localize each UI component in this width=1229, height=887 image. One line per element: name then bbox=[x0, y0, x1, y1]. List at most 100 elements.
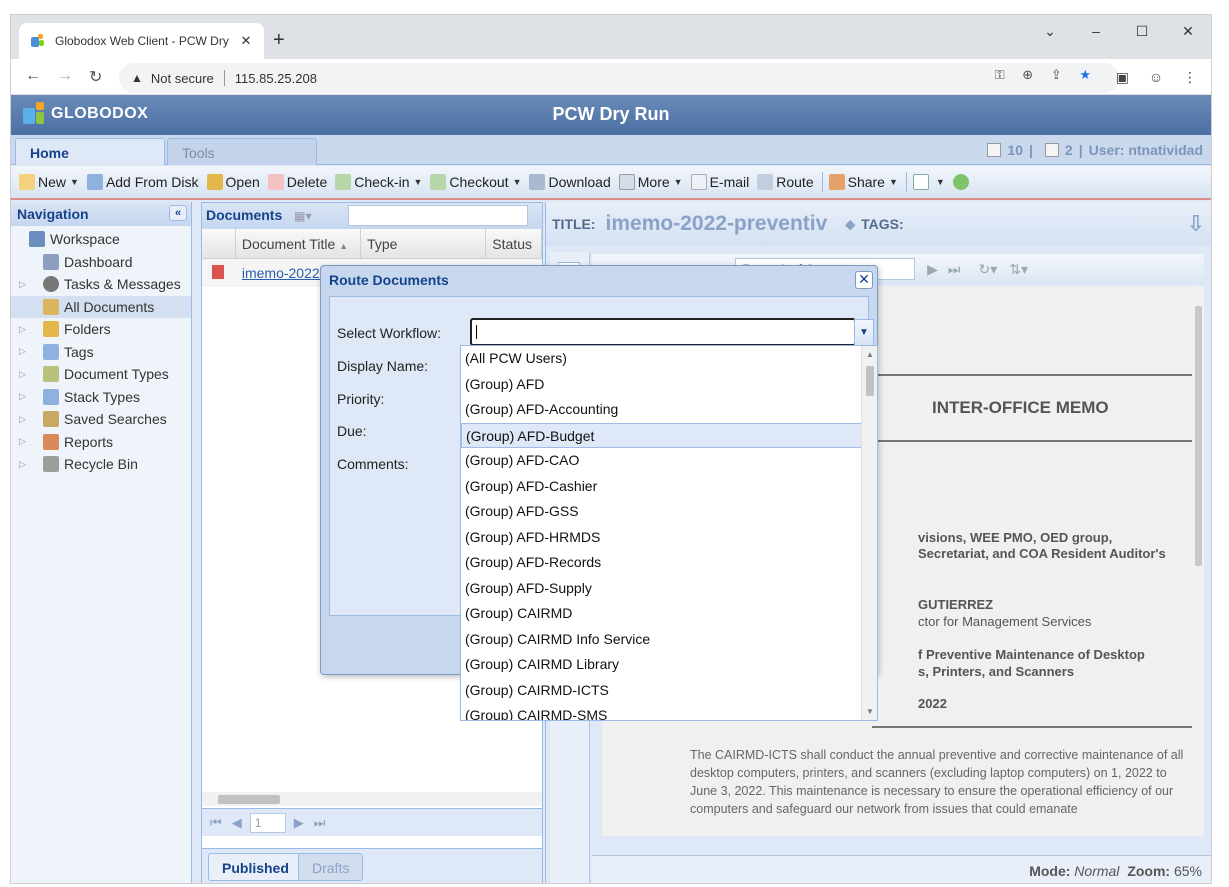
expand-arrow-icon[interactable]: ▷ bbox=[19, 391, 43, 402]
expand-arrow-icon[interactable]: ▷ bbox=[19, 279, 43, 290]
next-page-icon[interactable]: ▶ bbox=[294, 815, 304, 831]
expand-arrow-icon[interactable]: ▷ bbox=[19, 436, 43, 447]
documents-search-input[interactable] bbox=[348, 205, 528, 226]
next-page-icon[interactable]: ▶ bbox=[927, 261, 938, 278]
workflow-option[interactable]: (Group) AFD-Cashier bbox=[461, 474, 877, 500]
last-page-icon[interactable]: ⏭ bbox=[314, 815, 326, 831]
nav-item-document-types[interactable]: ▷ Document Types bbox=[11, 363, 191, 386]
workflow-option[interactable]: (Group) CAIRMD-SMS bbox=[461, 703, 877, 720]
expand-arrow-icon[interactable]: ▷ bbox=[19, 324, 43, 335]
checkin-button[interactable]: Check-in ▼ bbox=[335, 174, 422, 190]
workflow-option[interactable]: (Group) AFD bbox=[461, 372, 877, 398]
menu-kebab-icon[interactable]: ⋮ bbox=[1183, 69, 1197, 85]
delete-button[interactable]: Delete bbox=[267, 174, 327, 190]
expand-arrow-icon[interactable]: ▷ bbox=[19, 369, 43, 380]
workflow-option[interactable]: (Group) CAIRMD Library bbox=[461, 652, 877, 678]
tasks-count[interactable]: 10 bbox=[1007, 142, 1023, 158]
column-status[interactable]: Status bbox=[486, 229, 542, 258]
last-page-icon[interactable]: ⏭ bbox=[948, 261, 961, 278]
profile-avatar-icon[interactable]: ☺ bbox=[1149, 69, 1163, 85]
browser-tab[interactable]: Globodox Web Client - PCW Dry ✕ bbox=[19, 23, 264, 59]
column-document-title[interactable]: Document Title ▲ bbox=[236, 229, 362, 258]
tasks-icon[interactable] bbox=[987, 143, 1002, 157]
tab-close-icon[interactable]: ✕ bbox=[238, 33, 254, 49]
add-from-disk-button[interactable]: Add From Disk bbox=[86, 174, 199, 190]
workflow-option[interactable]: (Group) AFD-CAO bbox=[461, 448, 877, 474]
workflow-combo-input[interactable] bbox=[470, 318, 856, 346]
workflow-option[interactable]: (Group) AFD-GSS bbox=[461, 499, 877, 525]
workflow-option[interactable]: (Group) AFD-HRMDS bbox=[461, 525, 877, 551]
scroll-down-icon[interactable]: ▼ bbox=[866, 707, 874, 716]
scrollbar-thumb[interactable] bbox=[1195, 306, 1202, 566]
tab-tools[interactable]: Tools bbox=[167, 138, 317, 165]
nav-item-folders[interactable]: ▷ Folders bbox=[11, 318, 191, 341]
workflow-option[interactable]: (Group) AFD-Records bbox=[461, 550, 877, 576]
warning-icon[interactable]: ▲ bbox=[131, 71, 143, 85]
nav-item-tags[interactable]: ▷ Tags bbox=[11, 341, 191, 364]
workflow-option[interactable]: (All PCW Users) bbox=[461, 346, 877, 372]
nav-item-recycle-bin[interactable]: ▷ Recycle Bin bbox=[11, 453, 191, 476]
mail-icon[interactable] bbox=[1044, 143, 1059, 157]
workflow-option-highlighted[interactable]: (Group) AFD-Budget bbox=[461, 422, 877, 448]
close-window-button[interactable]: ✕ bbox=[1173, 23, 1203, 40]
nav-item-saved-searches[interactable]: ▷ Saved Searches bbox=[11, 408, 191, 431]
viewer-vertical-scrollbar[interactable] bbox=[1192, 286, 1204, 836]
tab-home[interactable]: Home bbox=[15, 138, 165, 165]
expand-arrow-icon[interactable]: ▷ bbox=[19, 414, 43, 425]
nav-item-all-documents[interactable]: All Documents bbox=[11, 295, 191, 318]
rotate-icon[interactable]: ↻▾ bbox=[979, 261, 998, 278]
download-button[interactable]: Download bbox=[529, 174, 611, 190]
scrollbar-thumb[interactable] bbox=[866, 366, 874, 396]
route-button[interactable]: Route bbox=[757, 174, 814, 190]
scroll-up-icon[interactable]: ▲ bbox=[866, 350, 874, 359]
chevron-down-icon[interactable]: ▼ bbox=[854, 319, 874, 347]
address-bar[interactable]: ▲ Not secure 115.85.25.208 bbox=[119, 63, 1119, 93]
prev-page-icon[interactable]: ◀ bbox=[232, 815, 242, 831]
nav-item-workspace[interactable]: Workspace bbox=[11, 228, 191, 251]
email-button[interactable]: E-mail bbox=[690, 174, 749, 190]
download-tray-icon[interactable]: ⇩ bbox=[1187, 211, 1205, 237]
workflow-option[interactable]: (Group) CAIRMD-ICTS bbox=[461, 678, 877, 704]
workflow-option[interactable]: (Group) AFD-Supply bbox=[461, 576, 877, 602]
scrollbar-thumb[interactable] bbox=[218, 795, 280, 804]
close-dialog-button[interactable]: ✕ bbox=[855, 271, 873, 289]
expand-arrow-icon[interactable]: ▷ bbox=[19, 459, 43, 470]
flip-icon[interactable]: ⇅▾ bbox=[1009, 261, 1028, 278]
zoom-icon[interactable]: ⊕ bbox=[1022, 67, 1033, 82]
workflow-dropdown-list[interactable]: (All PCW Users) (Group) AFD (Group) AFD-… bbox=[460, 345, 878, 721]
security-label[interactable]: Not secure bbox=[151, 71, 214, 86]
reload-icon[interactable]: ↻ bbox=[89, 67, 102, 87]
minimize-button[interactable]: – bbox=[1081, 23, 1111, 39]
nav-item-tasks-messages[interactable]: ▷ Tasks & Messages bbox=[11, 273, 191, 296]
refresh-button[interactable] bbox=[952, 174, 972, 190]
tab-search-icon[interactable]: ⌄ bbox=[1035, 23, 1065, 40]
documents-horizontal-scrollbar[interactable] bbox=[202, 792, 542, 806]
workflow-option[interactable]: (Group) AFD-Accounting bbox=[461, 397, 877, 423]
tab-published[interactable]: Published bbox=[208, 853, 303, 881]
mail-count[interactable]: 2 bbox=[1065, 142, 1073, 158]
new-button[interactable]: New ▼ bbox=[19, 174, 79, 190]
nav-item-reports[interactable]: ▷ Reports bbox=[11, 431, 191, 454]
view-layout-button[interactable]: ▼ bbox=[912, 174, 945, 190]
dropdown-scrollbar[interactable]: ▲ ▼ bbox=[861, 346, 877, 720]
checkout-button[interactable]: Checkout ▼ bbox=[430, 174, 521, 190]
collapse-navigation-button[interactable]: « bbox=[169, 205, 187, 221]
bookmark-star-icon[interactable]: ★ bbox=[1079, 67, 1091, 82]
maximize-button[interactable]: ☐ bbox=[1127, 23, 1157, 40]
nav-item-dashboard[interactable]: Dashboard bbox=[11, 251, 191, 274]
share-button[interactable]: Share ▼ bbox=[828, 174, 898, 190]
new-tab-button[interactable]: + bbox=[273, 29, 285, 51]
nav-item-stack-types[interactable]: ▷ Stack Types bbox=[11, 386, 191, 409]
key-icon[interactable]: ⚿ bbox=[995, 67, 1005, 82]
back-arrow-icon[interactable]: ← bbox=[25, 67, 41, 85]
workflow-option[interactable]: (Group) CAIRMD bbox=[461, 601, 877, 627]
forward-arrow-icon[interactable]: → bbox=[57, 67, 73, 85]
tab-drafts[interactable]: Drafts bbox=[298, 853, 364, 881]
first-page-icon[interactable]: ⏮ bbox=[210, 815, 222, 831]
column-type[interactable]: Type bbox=[361, 229, 487, 258]
url-text[interactable]: 115.85.25.208 bbox=[235, 71, 317, 86]
workflow-option[interactable]: (Group) CAIRMD Info Service bbox=[461, 627, 877, 653]
more-button[interactable]: More ▼ bbox=[618, 174, 683, 190]
side-panel-icon[interactable]: ▣ bbox=[1116, 69, 1129, 85]
page-number-input[interactable]: 1 bbox=[249, 812, 286, 833]
